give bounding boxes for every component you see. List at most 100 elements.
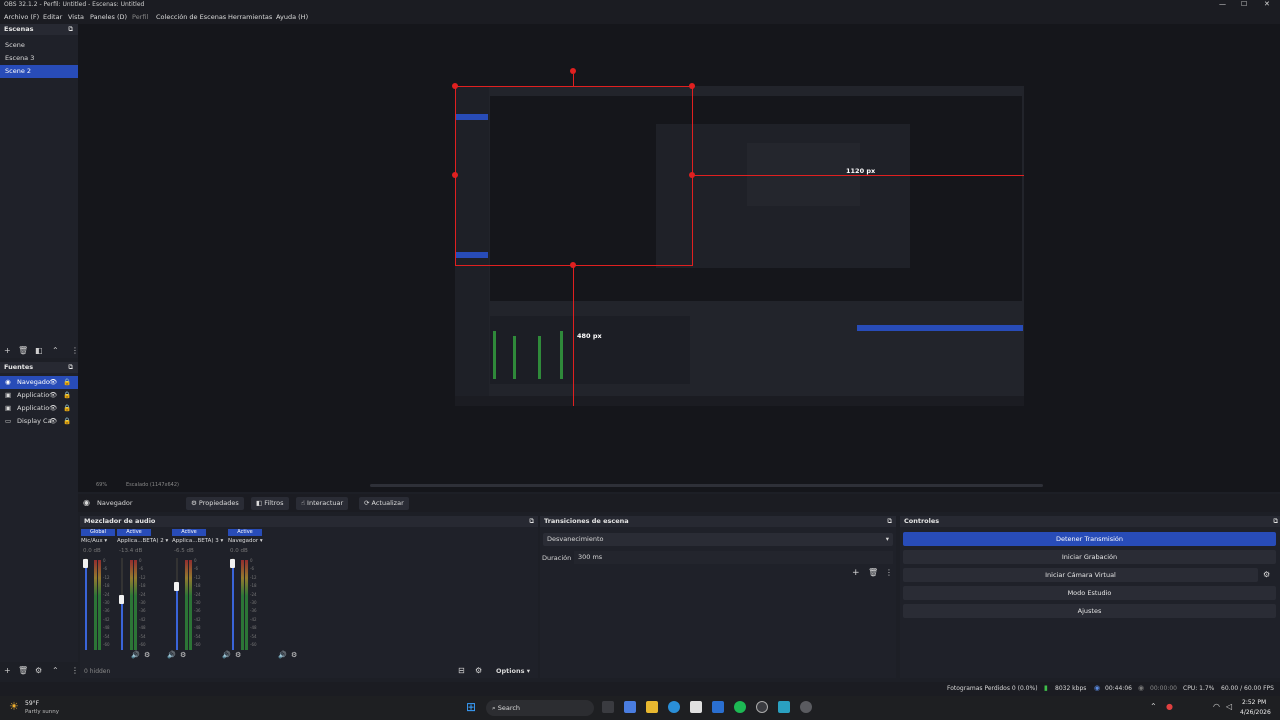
eye-icon[interactable]: 👁: [49, 376, 57, 389]
undock-icon[interactable]: ⧉: [887, 516, 892, 527]
volume-fader[interactable]: [121, 599, 123, 650]
undock-icon[interactable]: ⧉: [529, 516, 534, 527]
lock-icon[interactable]: 🔒: [63, 415, 71, 428]
weather-icon[interactable]: ☀: [9, 700, 19, 713]
studio-mode-button[interactable]: Modo Estudio: [903, 586, 1276, 600]
resize-handle[interactable]: [689, 172, 695, 178]
source-item[interactable]: ▣ Applicatio 👁 🔒: [0, 389, 78, 402]
chevron-up-icon[interactable]: ⌃: [52, 346, 59, 355]
gear-icon[interactable]: ⚙: [1263, 570, 1270, 579]
menu-paneles[interactable]: Paneles (D): [90, 13, 127, 21]
eye-icon[interactable]: 👁: [49, 415, 57, 428]
undock-icon[interactable]: ⧉: [1273, 516, 1278, 527]
lock-icon[interactable]: 🔒: [63, 389, 71, 402]
channel-name[interactable]: Applica...BETA) 3 ▾: [172, 538, 223, 544]
gear-icon[interactable]: ⚙: [291, 651, 297, 659]
clock-date[interactable]: 4/26/2026: [1240, 709, 1271, 716]
settings-icon[interactable]: [800, 701, 812, 713]
transition-select[interactable]: Desvanecimiento ▾: [543, 533, 893, 546]
speaker-icon[interactable]: 🔊: [222, 651, 231, 659]
speaker-icon[interactable]: 🔊: [131, 651, 140, 659]
resize-handle[interactable]: [570, 262, 576, 268]
start-virtual-camera-button[interactable]: Iniciar Cámara Virtual: [903, 568, 1258, 582]
maximize-button[interactable]: ☐: [1241, 0, 1247, 8]
resize-handle[interactable]: [689, 83, 695, 89]
volume-knob[interactable]: [174, 582, 179, 591]
lock-icon[interactable]: 🔒: [63, 402, 71, 415]
source-item[interactable]: ▣ Applicatio 👁 🔒: [0, 402, 78, 415]
filters-button[interactable]: ◧ Filtros: [251, 497, 289, 510]
copilot-icon[interactable]: [624, 701, 636, 713]
menu-coleccion[interactable]: Colección de Escenas: [156, 13, 226, 21]
filter-icon[interactable]: ◧: [35, 346, 43, 355]
scene-item[interactable]: Scene: [0, 39, 78, 52]
channel-name[interactable]: Navegador ▾: [228, 538, 263, 544]
gear-icon[interactable]: ⚙: [180, 651, 186, 659]
menu-vista[interactable]: Vista: [68, 13, 84, 21]
speaker-icon[interactable]: 🔊: [167, 651, 176, 659]
properties-button[interactable]: ⚙ Propiedades: [186, 497, 244, 510]
wifi-icon[interactable]: ◠: [1213, 702, 1220, 711]
duration-input[interactable]: 300 ms: [574, 551, 893, 564]
scene-item[interactable]: Escena 3: [0, 52, 78, 65]
volume-knob[interactable]: [230, 559, 235, 568]
horizontal-scrollbar[interactable]: [370, 484, 1043, 487]
add-icon[interactable]: +: [4, 346, 11, 355]
volume-knob[interactable]: [83, 559, 88, 568]
start-recording-button[interactable]: Iniciar Grabación: [903, 550, 1276, 564]
menu-herramientas[interactable]: Herramientas: [228, 13, 272, 21]
store-icon[interactable]: [690, 701, 702, 713]
stop-stream-button[interactable]: Detener Transmisión: [903, 532, 1276, 546]
eye-icon[interactable]: 👁: [49, 389, 57, 402]
app-icon[interactable]: [712, 701, 724, 713]
trash-icon[interactable]: 🗑: [18, 346, 28, 355]
scene-item-selected[interactable]: Scene 2: [0, 65, 78, 78]
edge-icon[interactable]: [668, 701, 680, 713]
undock-icon[interactable]: ⧉: [68, 24, 73, 35]
channel-name[interactable]: Applica...BETA) 2 ▾: [117, 538, 168, 544]
gear-icon[interactable]: ⚙: [144, 651, 150, 659]
chevron-up-icon[interactable]: ⌃: [1150, 702, 1157, 711]
tray-icon[interactable]: ●: [1166, 702, 1173, 711]
menu-editar[interactable]: Editar: [43, 13, 62, 21]
more-icon[interactable]: ⋮: [71, 666, 79, 675]
clock-time[interactable]: 2:52 PM: [1242, 699, 1266, 706]
search-box[interactable]: ⌕ Search: [486, 700, 594, 716]
task-view-icon[interactable]: [602, 701, 614, 713]
gear-icon[interactable]: ⚙: [235, 651, 241, 659]
trash-icon[interactable]: 🗑: [18, 666, 28, 675]
volume-icon[interactable]: ◁: [1226, 702, 1232, 711]
scale-label[interactable]: Escalado (1147x642): [126, 482, 179, 488]
file-explorer-icon[interactable]: [646, 701, 658, 713]
trash-icon[interactable]: 🗑: [868, 568, 878, 577]
menu-perfil[interactable]: Perfil: [132, 13, 148, 21]
gear-icon[interactable]: ⚙: [475, 666, 482, 675]
speaker-icon[interactable]: 🔊: [278, 651, 287, 659]
add-icon[interactable]: +: [4, 666, 11, 675]
undock-icon[interactable]: ⧉: [68, 362, 73, 373]
add-icon[interactable]: +: [852, 568, 860, 578]
menu-archivo[interactable]: Archivo (F): [4, 13, 39, 21]
app-icon[interactable]: [778, 701, 790, 713]
interact-button[interactable]: ☝ Interactuar: [296, 497, 349, 510]
source-item[interactable]: ▭ Display Ca 👁 🔒: [0, 415, 78, 428]
chevron-up-icon[interactable]: ⌃: [52, 666, 59, 675]
options-button[interactable]: Options ▾: [496, 667, 530, 675]
layout-icon[interactable]: ⊟: [458, 666, 465, 675]
source-item-selected[interactable]: ◉ Navegado 👁 🔒: [0, 376, 78, 389]
menu-ayuda[interactable]: Ayuda (H): [276, 13, 308, 21]
preview-canvas[interactable]: 1120 px 480 px: [452, 68, 1024, 406]
gear-icon[interactable]: ⚙: [35, 666, 42, 675]
more-icon[interactable]: ⋮: [885, 568, 893, 577]
zoom-label[interactable]: 69%: [96, 482, 107, 488]
settings-button[interactable]: Ajustes: [903, 604, 1276, 618]
minimize-button[interactable]: —: [1219, 0, 1226, 8]
volume-knob[interactable]: [119, 595, 124, 604]
obs-icon[interactable]: [756, 701, 768, 713]
windows-start-icon[interactable]: ⊞: [466, 700, 476, 714]
channel-name[interactable]: Mic/Aux ▾: [81, 538, 107, 544]
volume-fader[interactable]: [85, 563, 87, 650]
resize-handle[interactable]: [452, 172, 458, 178]
refresh-button[interactable]: ⟳ Actualizar: [359, 497, 409, 510]
lock-icon[interactable]: 🔒: [63, 376, 71, 389]
